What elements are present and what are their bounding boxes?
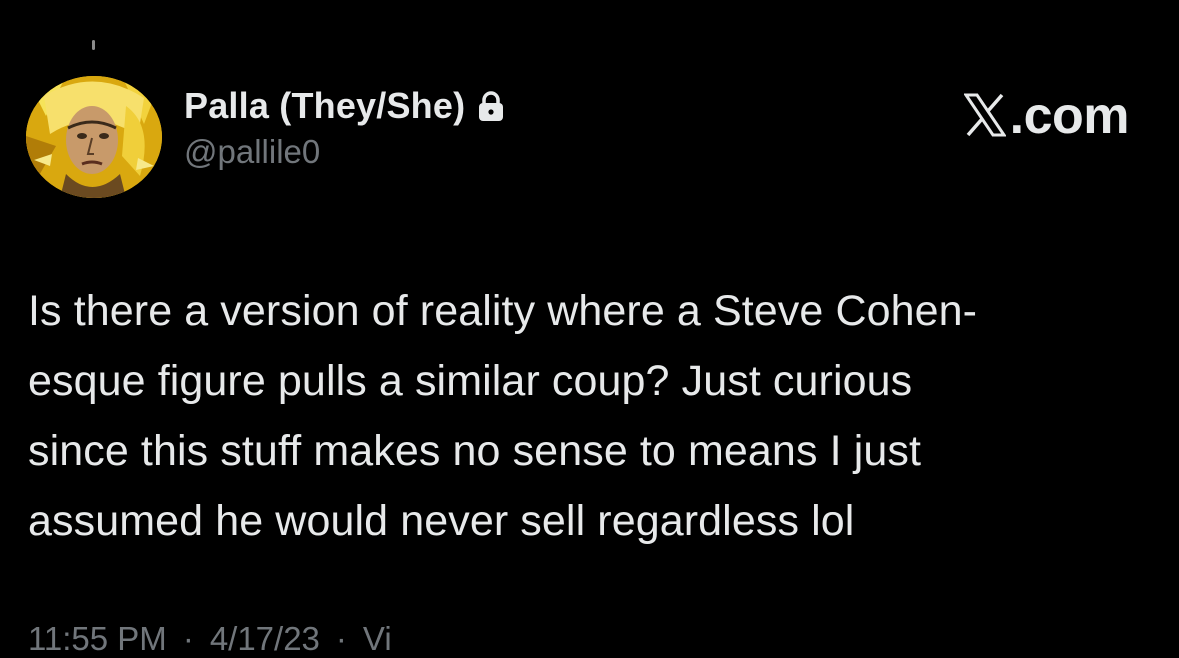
brand-watermark: .com — [962, 86, 1130, 146]
display-name[interactable]: Palla (They/She) — [184, 85, 465, 127]
tweet-card: Palla (They/She) @pallile0 .com Is there… — [0, 0, 1179, 657]
avatar[interactable] — [26, 76, 162, 198]
user-handle[interactable]: @pallile0 — [184, 133, 505, 171]
views-label: Vi — [362, 620, 392, 657]
tweet-date[interactable]: 4/17/23 — [210, 620, 320, 658]
meta-separator-2: · — [335, 620, 347, 657]
tweet-text: Is there a version of reality where a St… — [28, 287, 978, 545]
lock-icon — [477, 90, 505, 122]
top-mark — [92, 40, 95, 50]
author-block: Palla (They/She) @pallile0 — [184, 83, 505, 171]
x-logo-icon — [962, 90, 1007, 137]
name-row: Palla (They/She) — [184, 83, 505, 129]
tweet-time[interactable]: 11:55 PM — [28, 620, 167, 658]
meta-separator: · — [182, 620, 194, 657]
brand-label: .com — [1009, 87, 1130, 145]
tweet-meta: 11:55 PM · 4/17/23 · Vi — [28, 620, 392, 658]
